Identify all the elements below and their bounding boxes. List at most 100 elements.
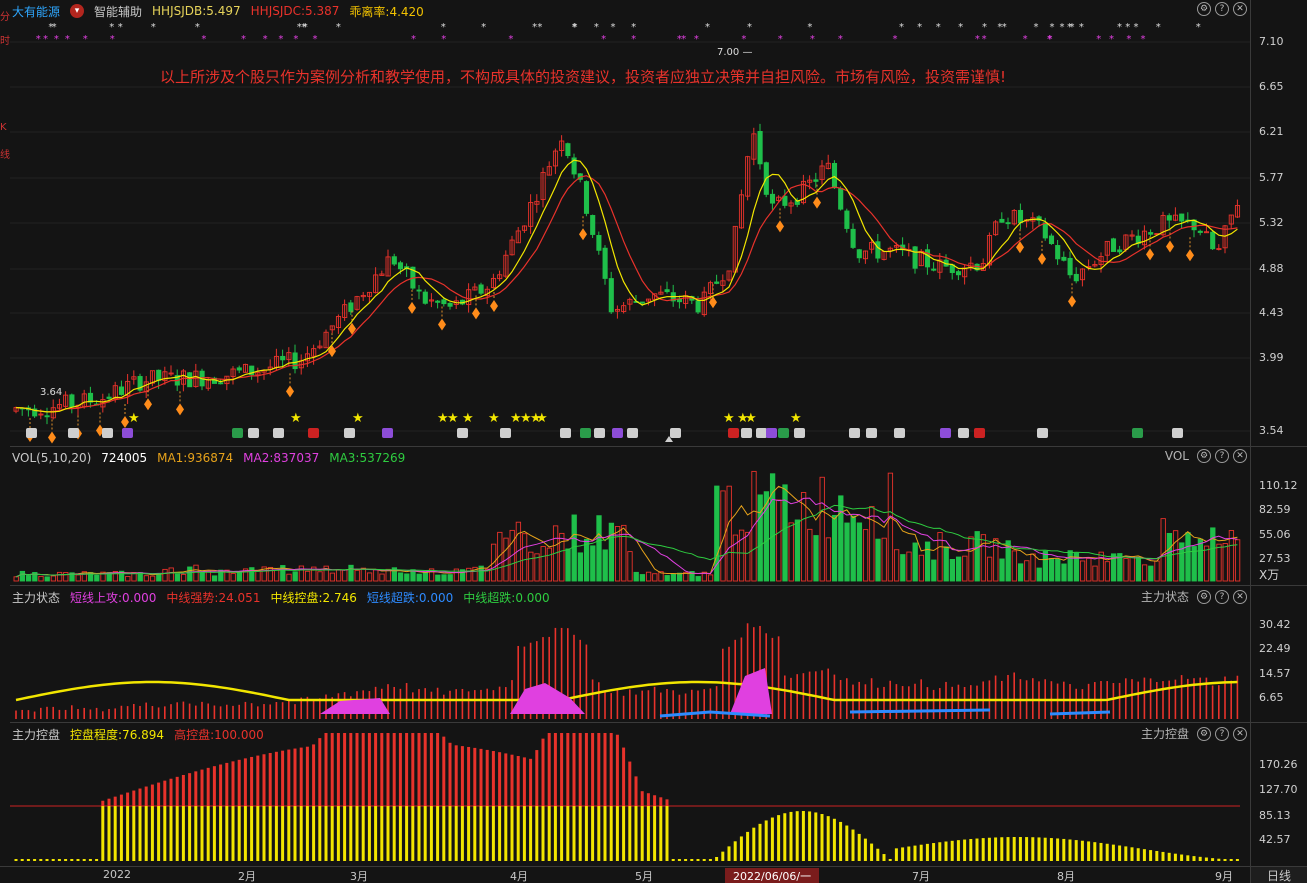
volume-chart[interactable]: [10, 447, 1250, 585]
volume-bar: [583, 538, 590, 582]
zlzt-name: 主力状态: [1140, 590, 1189, 604]
candle-body: [1197, 230, 1203, 233]
zlkp-axis: 170.26 127.70 85.13 42.57: [1250, 723, 1307, 866]
volume-bar: [931, 559, 937, 582]
volume-bar: [577, 552, 584, 582]
candle-body: [875, 241, 881, 259]
volume-bar: [1017, 563, 1024, 582]
candle-body: [1067, 257, 1073, 276]
candle-body: [1005, 222, 1011, 225]
diamond-signal-icon: [48, 431, 56, 444]
diamond-signal-icon: [1038, 252, 1046, 265]
volume-bar: [50, 575, 57, 582]
volume-bar: [788, 522, 794, 582]
gold-star-icon: ★: [723, 411, 735, 426]
pink-star-icon: *: [278, 34, 283, 45]
pink-star-icon: *: [982, 34, 987, 45]
candle-body: [838, 188, 844, 210]
help-icon[interactable]: ?: [1215, 589, 1229, 604]
event-badge-icon: [612, 428, 623, 438]
pink-star-icon: *: [411, 34, 416, 45]
zlzt-chart[interactable]: [10, 586, 1250, 722]
candle-body: [782, 195, 788, 206]
volume-bar: [1024, 560, 1030, 582]
zlzt-panel: 主力状态 短线上攻:0.000 中线强势:24.051 中线控盘:2.746 短…: [0, 586, 1307, 722]
pink-star-icon: *: [1023, 34, 1028, 45]
close-icon[interactable]: ✕: [1233, 449, 1247, 463]
volume-bar: [1048, 558, 1055, 582]
event-badge-icon: [232, 428, 243, 438]
gold-star-icon: ★: [462, 411, 474, 426]
zlkp-chart[interactable]: [10, 723, 1250, 866]
candle-body: [955, 271, 962, 276]
dropdown-icon[interactable]: ▾: [70, 4, 85, 18]
volume-bar: [143, 575, 150, 582]
volume-bar: [869, 506, 875, 582]
volume-bar: [1216, 543, 1222, 582]
close-icon[interactable]: ✕: [1233, 2, 1247, 16]
candle-body: [850, 228, 856, 248]
pink-star-icon: *: [1141, 34, 1146, 45]
event-badge-icon: [102, 428, 113, 438]
close-icon[interactable]: ✕: [1233, 589, 1247, 604]
candle-body: [664, 289, 670, 293]
candle-body: [714, 281, 720, 284]
volume-bar: [236, 571, 243, 582]
time-label: 4月: [510, 870, 528, 883]
diamond-signal-icon: [776, 220, 784, 233]
volume-bar: [354, 569, 360, 582]
volume-bar: [949, 559, 956, 582]
time-label: 2022: [103, 868, 131, 881]
white-star-icon: *: [1156, 22, 1161, 33]
time-label: 3月: [350, 870, 368, 883]
white-star-icon: *: [1033, 22, 1038, 33]
candle-body: [1148, 232, 1154, 235]
white-star-icon: *: [297, 22, 302, 33]
settings-icon[interactable]: ⚙: [1197, 589, 1211, 604]
white-star-icon: *: [1133, 22, 1138, 33]
left-edge-text: 分: [0, 12, 10, 23]
volume-bar: [1104, 561, 1111, 582]
event-badge-icon: [974, 428, 985, 438]
assist-label[interactable]: 智能辅助: [94, 3, 142, 20]
volume-bar: [342, 569, 348, 582]
volume-bar: [397, 572, 404, 582]
pink-star-icon: *: [741, 34, 746, 45]
candle-body: [1017, 209, 1024, 224]
white-star-icon: *: [48, 22, 53, 33]
candle-body: [391, 256, 397, 265]
settings-icon[interactable]: ⚙: [1197, 726, 1211, 741]
help-icon[interactable]: ?: [1215, 449, 1229, 463]
help-icon[interactable]: ?: [1215, 726, 1229, 741]
pink-star-icon: *: [36, 34, 41, 45]
vol-value: 724005: [101, 451, 148, 465]
axis-tick-label: 6.21: [1259, 125, 1284, 138]
white-star-icon: *: [631, 22, 636, 33]
volume-bar: [211, 575, 218, 582]
close-icon[interactable]: ✕: [1233, 726, 1247, 741]
axis-tick-label: 55.06: [1259, 528, 1291, 541]
diamond-signal-icon: [328, 345, 336, 358]
zlkp-controls: 主力控盘 ⚙ ? ✕: [1141, 725, 1247, 742]
event-badge-icon: [68, 428, 79, 438]
stock-name[interactable]: 大有能源: [12, 3, 60, 20]
volume-bar: [1042, 550, 1049, 582]
zlzt-item: 短线上攻:0.000: [70, 590, 157, 605]
white-star-icon: *: [109, 22, 114, 33]
candle-body: [1055, 245, 1061, 260]
volume-bar: [298, 565, 305, 582]
candle-body: [118, 386, 125, 395]
white-star-icon: *: [747, 22, 752, 33]
diamond-signal-icon: [408, 301, 416, 314]
settings-icon[interactable]: ⚙: [1197, 449, 1211, 463]
settings-icon[interactable]: ⚙: [1197, 2, 1211, 16]
diamond-signal-icon: [1068, 295, 1076, 308]
white-star-icon: *: [899, 22, 904, 33]
gold-star-icon: ★: [128, 411, 140, 426]
volume-bar: [180, 573, 187, 582]
diamond-signal-icon: [579, 228, 587, 241]
help-icon[interactable]: ?: [1215, 2, 1229, 16]
event-badge-icon: [728, 428, 739, 438]
diamond-signal-icon: [490, 300, 498, 313]
day-line-button[interactable]: 日线: [1250, 867, 1307, 883]
